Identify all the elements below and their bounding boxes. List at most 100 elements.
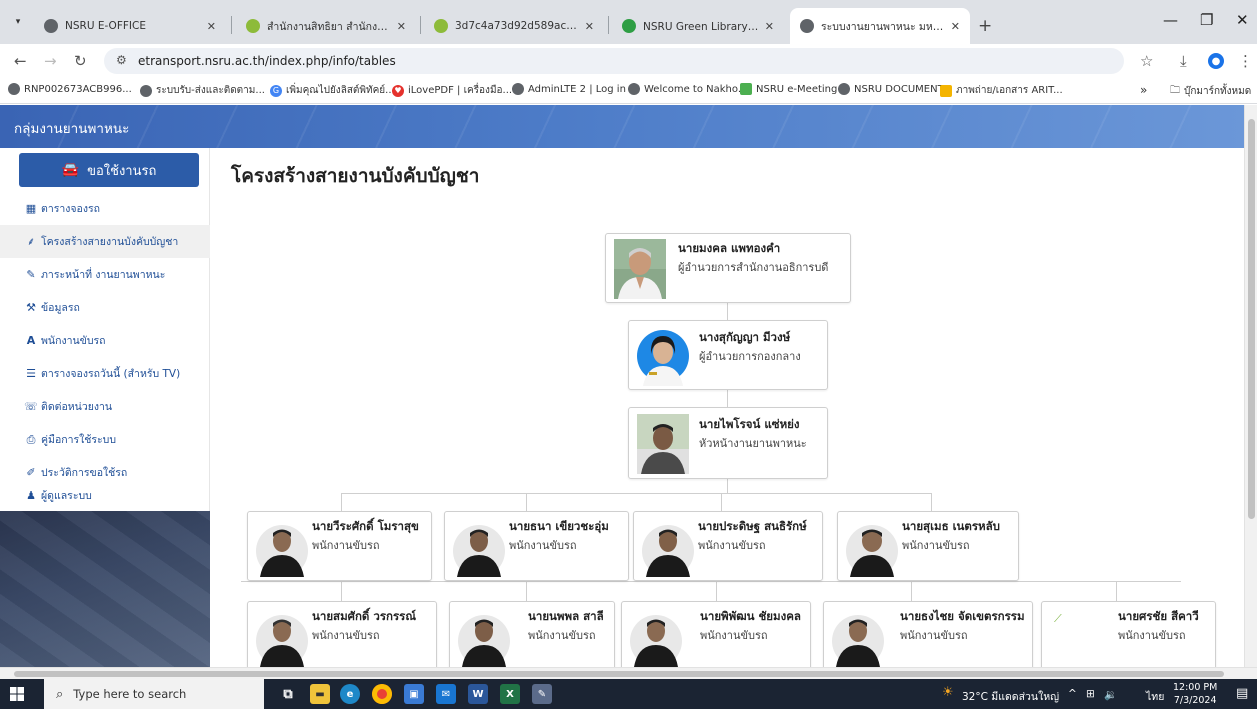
store-icon[interactable]: ▣ (404, 684, 424, 704)
sidebar-item-contact[interactable]: ☏ ติดต่อหน่วยงาน (0, 390, 210, 423)
chrome-icon[interactable] (372, 684, 392, 704)
sidebar-item-admin[interactable]: ♟ ผู้ดูแลระบบ (0, 479, 210, 512)
excel-icon[interactable]: X (500, 684, 520, 704)
close-tab-icon[interactable]: ✕ (397, 20, 406, 33)
globe-icon (140, 84, 152, 97)
close-tab-icon[interactable]: ✕ (207, 20, 216, 33)
bookmark-item[interactable]: RNP002673ACB996... (8, 83, 132, 95)
person-photo (637, 414, 689, 474)
browser-tab-3[interactable]: 3d7c4a73d92d589acd565643ef ✕ (424, 8, 604, 44)
sidebar-item-drivers[interactable]: A พนักงานขับรถ (0, 324, 210, 357)
browser-tab-4[interactable]: NSRU Green Library - หมวดที่ 3 ✕ (612, 8, 784, 44)
tab-search-dropdown-icon[interactable]: ▾ (10, 14, 26, 30)
all-bookmarks[interactable]: 🗀 บุ๊กมาร์กทั้งหมด (1170, 83, 1251, 100)
sidebar: 🚘 ขอใช้งานรถ ▦ ตารางจองรถ ⸙ โครงสร้างสายงา… (0, 148, 210, 667)
sidebar-item-manual[interactable]: ⎙ คู่มือการใช้ระบบ (0, 423, 210, 456)
org-card-driver[interactable]: นายประดิษฐ สนธิรักษ์ พนักงานขับรถ (633, 511, 823, 581)
network-icon[interactable]: ⊞ (1086, 688, 1095, 700)
profile-icon[interactable]: ● (1208, 53, 1224, 69)
person-photo (846, 525, 898, 577)
taskbar-clock[interactable]: 12:00 PM 7/3/2024 (1173, 681, 1217, 707)
person-photo (637, 330, 689, 386)
file-explorer-icon[interactable]: ▬ (310, 684, 330, 704)
bookmarks-more[interactable]: » (1140, 83, 1147, 97)
speaker-icon[interactable]: 🔉 (1104, 688, 1117, 701)
browser-tab-2[interactable]: สำนักงานสิทธิยา สำนักงานมหาวิทยาลั ✕ (236, 8, 416, 44)
edge-icon[interactable]: e (340, 684, 360, 704)
request-vehicle-button[interactable]: 🚘 ขอใช้งานรถ (19, 153, 199, 187)
person-position: ผู้อำนวยการกองกลาง (699, 350, 801, 363)
org-card-driver[interactable]: นายวีระศักดิ์ โมราสุข พนักงานขับรถ (247, 511, 432, 581)
menu-kebab-icon[interactable]: ⋮ (1238, 52, 1253, 70)
person-position: พนักงานขับรถ (700, 629, 768, 642)
org-card-driver[interactable]: นายสุเมธ เนตรหลับ พนักงานขับรถ (837, 511, 1019, 581)
org-card-driver[interactable]: นายธนา เขียวชะอุ่ม พนักงานขับรถ (444, 511, 629, 581)
connector (727, 390, 728, 407)
close-tab-icon[interactable]: ✕ (585, 20, 594, 33)
folder-icon: 🗀 (1170, 85, 1180, 96)
close-window-icon[interactable]: ✕ (1236, 11, 1249, 29)
bookmark-item[interactable]: ภาพถ่าย/เอกสาร ARIT... (940, 83, 1063, 98)
paint-icon[interactable]: ✎ (532, 684, 552, 704)
org-card-division-director[interactable]: นางสุกัญญา มีวงษ์ ผู้อำนวยการกองกลาง (628, 320, 828, 390)
tray-overflow-icon[interactable]: ^ (1068, 688, 1077, 700)
restore-icon[interactable]: ❐ (1200, 11, 1213, 29)
language-indicator[interactable]: ไทย (1146, 688, 1164, 705)
task-view-icon[interactable]: ⧉ (278, 684, 298, 704)
org-card-section-head[interactable]: นายไพโรจน์ แซ่หย่ง หัวหน้างานยานพาหนะ (628, 407, 828, 479)
drive-icon (940, 84, 952, 97)
org-card-driver[interactable]: ⟋ นายศรชัย สีคาวี พนักงานขับรถ (1041, 601, 1216, 667)
minimize-icon[interactable]: — (1163, 11, 1178, 29)
org-card-driver[interactable]: นายสมศักดิ์ วรกรรณ์ พนักงานขับรถ (247, 601, 437, 667)
address-bar[interactable]: ⚙ etransport.nsru.ac.th/index.php/info/t… (104, 48, 1124, 74)
bookmark-item[interactable]: NSRU DOCUMENT (838, 83, 944, 95)
app-title[interactable]: กลุ่มงานยานพาหนะ (14, 117, 129, 139)
sidebar-item-org-structure[interactable]: ⸙ โครงสร้างสายงานบังคับบัญชา (0, 225, 210, 258)
bookmark-item[interactable]: ระบบรับ-ส่งและติดตาม... (140, 83, 265, 98)
tab-title: สำนักงานสิทธิยา สำนักงานมหาวิทยาลั (267, 20, 391, 33)
browser-tab-active[interactable]: ระบบงานยานพาหนะ มหาวิทยาลัยราช ✕ (790, 8, 970, 44)
sidebar-item-today-tv[interactable]: ☰ ตารางจองรถวันนี้ (สำหรับ TV) (0, 357, 210, 390)
sidebar-item-label: คู่มือการใช้ระบบ (41, 434, 117, 446)
horizontal-scrollbar[interactable] (0, 667, 1257, 679)
car-icon: 🚘 (61, 162, 80, 178)
sidebar-item-label: ผู้ดูแลระบบ (41, 490, 92, 502)
new-tab-icon[interactable]: + (978, 16, 992, 36)
sidebar-item-duties[interactable]: ✎ ภาระหน้าที่ งานยานพาหนะ (0, 258, 210, 291)
person-photo (642, 525, 694, 577)
sidebar-item-vehicle-info[interactable]: ⚒ ข้อมูลรถ (0, 291, 210, 324)
bookmark-item[interactable]: G เพิ่มคุณไปยังลิสต์พิทัคย์... (270, 83, 395, 98)
windows-start-icon[interactable] (10, 687, 24, 701)
globe-icon (800, 19, 814, 33)
word-icon[interactable]: W (468, 684, 488, 704)
weather-text[interactable]: 32°C มีแดดส่วนใหญ่ (962, 688, 1059, 705)
forward-icon[interactable]: → (44, 52, 57, 70)
close-tab-icon[interactable]: ✕ (951, 20, 960, 33)
bookmark-item[interactable]: AdminLTE 2 | Log in (512, 83, 626, 95)
bookmark-item[interactable]: ♥ iLovePDF | เครื่องมือ... (392, 83, 512, 98)
vertical-scrollbar[interactable] (1244, 105, 1257, 667)
broken-image-icon: ⟋ (1054, 612, 1062, 625)
bookmarks-bar: RNP002673ACB996... ระบบรับ-ส่งและติดตาม.… (0, 78, 1257, 104)
org-card-driver[interactable]: นายพิพัฒน ชัยมงคล พนักงานขับรถ (621, 601, 811, 667)
org-card-driver[interactable]: นายนพพล สาลี พนักงานขับรถ (449, 601, 615, 667)
bookmark-star-icon[interactable]: ☆ (1140, 52, 1153, 70)
sidebar-item-booking-table[interactable]: ▦ ตารางจองรถ (0, 192, 210, 225)
notifications-icon[interactable]: ▤ (1236, 686, 1248, 701)
mail-icon[interactable]: ✉ (436, 684, 456, 704)
bookmark-item[interactable]: NSRU e-Meeting (740, 83, 837, 95)
bookmark-item[interactable]: Welcome to Nakho... (628, 83, 747, 95)
org-card-director[interactable]: นายมงคล แพทองคำ ผู้อำนวยการสำนักงานอธิกา… (605, 233, 851, 303)
site-settings-icon[interactable]: ⚙ (116, 53, 127, 67)
scrollbar-thumb[interactable] (1248, 119, 1255, 519)
taskbar-search-input[interactable]: ⌕ Type here to search (44, 679, 264, 709)
globe-icon (838, 83, 850, 95)
download-icon[interactable]: ⤓ (1180, 52, 1187, 70)
back-icon[interactable]: ← (14, 52, 27, 70)
browser-tab-1[interactable]: NSRU E-OFFICE ✕ (34, 8, 226, 44)
close-tab-icon[interactable]: ✕ (765, 20, 774, 33)
scrollbar-thumb[interactable] (14, 671, 1224, 677)
bookmark-label: NSRU DOCUMENT (854, 83, 944, 95)
org-card-driver[interactable]: นายธงไชย จัดเขตรกรรม พนักงานขับรถ (823, 601, 1033, 667)
reload-icon[interactable]: ↻ (74, 52, 87, 70)
